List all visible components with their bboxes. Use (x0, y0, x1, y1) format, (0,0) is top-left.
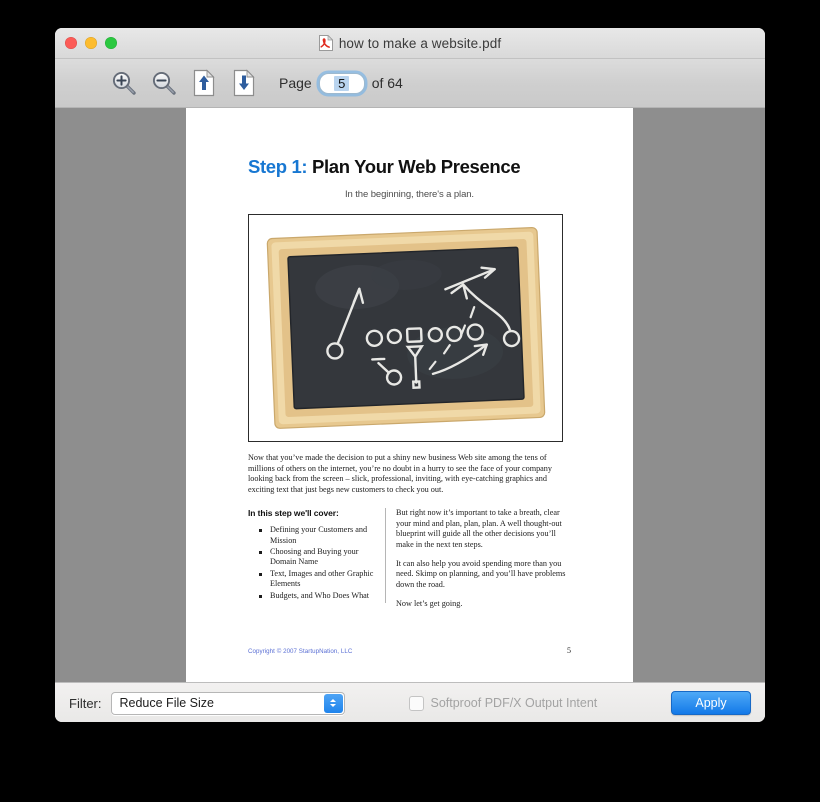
page-title-rest: Plan Your Web Presence (312, 156, 521, 177)
zoom-in-button[interactable] (107, 66, 141, 100)
window-title: how to make a website.pdf (338, 35, 502, 51)
filter-selected-value: Reduce File Size (119, 696, 215, 710)
minimize-button[interactable] (85, 37, 97, 49)
footer-page-number: 5 (567, 645, 571, 655)
filter-select[interactable]: Reduce File Size (110, 691, 345, 715)
page-navigation-group: Page 5 of 64 (279, 72, 403, 94)
page-title-step: Step 1: (248, 156, 308, 177)
pdf-page: Step 1: Plan Your Web Presence In the be… (186, 108, 633, 682)
close-button[interactable] (65, 37, 77, 49)
document-scroll-area[interactable]: Step 1: Plan Your Web Presence In the be… (55, 108, 765, 682)
apply-button-label: Apply (695, 696, 727, 710)
page-down-button[interactable] (227, 66, 261, 100)
page-up-button[interactable] (187, 66, 221, 100)
page-down-icon (233, 69, 255, 97)
intro-paragraph: Now that you’ve made the decision to put… (248, 453, 552, 494)
right-paragraph: But right now it’s important to take a b… (396, 508, 562, 549)
page-up-icon (193, 69, 215, 97)
chevron-updown-icon[interactable] (323, 693, 343, 713)
softproof-checkbox[interactable] (408, 695, 424, 711)
right-paragraph: Now let’s get going. (396, 599, 463, 609)
right-paragraph: It can also help you avoid spending more… (396, 559, 566, 589)
cover-list: Defining your Customers and Mission Choo… (248, 525, 377, 601)
toolbar: Page 5 of 64 (55, 59, 765, 108)
page-label: Page (279, 75, 312, 91)
pdf-viewer-window: how to make a website.pdf Page 5 of 64 S… (55, 28, 765, 722)
zoom-out-button[interactable] (147, 66, 181, 100)
page-subtitle: In the beginning, there's a plan. (345, 189, 474, 200)
filter-label: Filter: (69, 695, 102, 711)
two-column-section: In this step we'll cover: Defining your … (248, 508, 571, 609)
document-footer: Copyright © 2007 StartupNation, LLC 5 (248, 646, 571, 679)
right-column: But right now it’s important to take a b… (386, 508, 571, 609)
copyright-text: Copyright © 2007 StartupNation, LLC (248, 647, 353, 655)
window-controls (65, 37, 117, 49)
maximize-button[interactable] (105, 37, 117, 49)
cover-box: In this step we'll cover: Defining your … (248, 508, 386, 603)
page-number-value: 5 (334, 75, 350, 91)
zoom-out-icon (152, 71, 176, 95)
window-titlebar[interactable]: how to make a website.pdf (55, 28, 765, 59)
apply-button[interactable]: Apply (671, 691, 751, 715)
screen-root: how to make a website.pdf Page 5 of 64 S… (0, 0, 820, 802)
softproof-checkbox-group[interactable]: Softproof PDF/X Output Intent (408, 695, 598, 711)
softproof-label: Softproof PDF/X Output Intent (430, 696, 598, 710)
bottom-toolbar: Filter: Reduce File Size Softproof PDF/X… (55, 682, 765, 722)
page-total-label: of 64 (371, 75, 403, 91)
window-title-group: how to make a website.pdf (55, 28, 765, 58)
page-title: Step 1: Plan Your Web Presence (248, 156, 571, 178)
zoom-in-icon (112, 71, 136, 95)
chalkboard-image (248, 214, 563, 442)
list-item: Defining your Customers and Mission (259, 525, 377, 545)
cover-heading: In this step we'll cover: (248, 508, 339, 519)
list-item: Text, Images and other Graphic Elements (259, 569, 377, 589)
list-item: Budgets, and Who Does What (259, 591, 377, 601)
page-number-input[interactable]: 5 (318, 72, 365, 94)
list-item: Choosing and Buying your Domain Name (259, 547, 377, 567)
pdf-file-icon (318, 34, 334, 51)
